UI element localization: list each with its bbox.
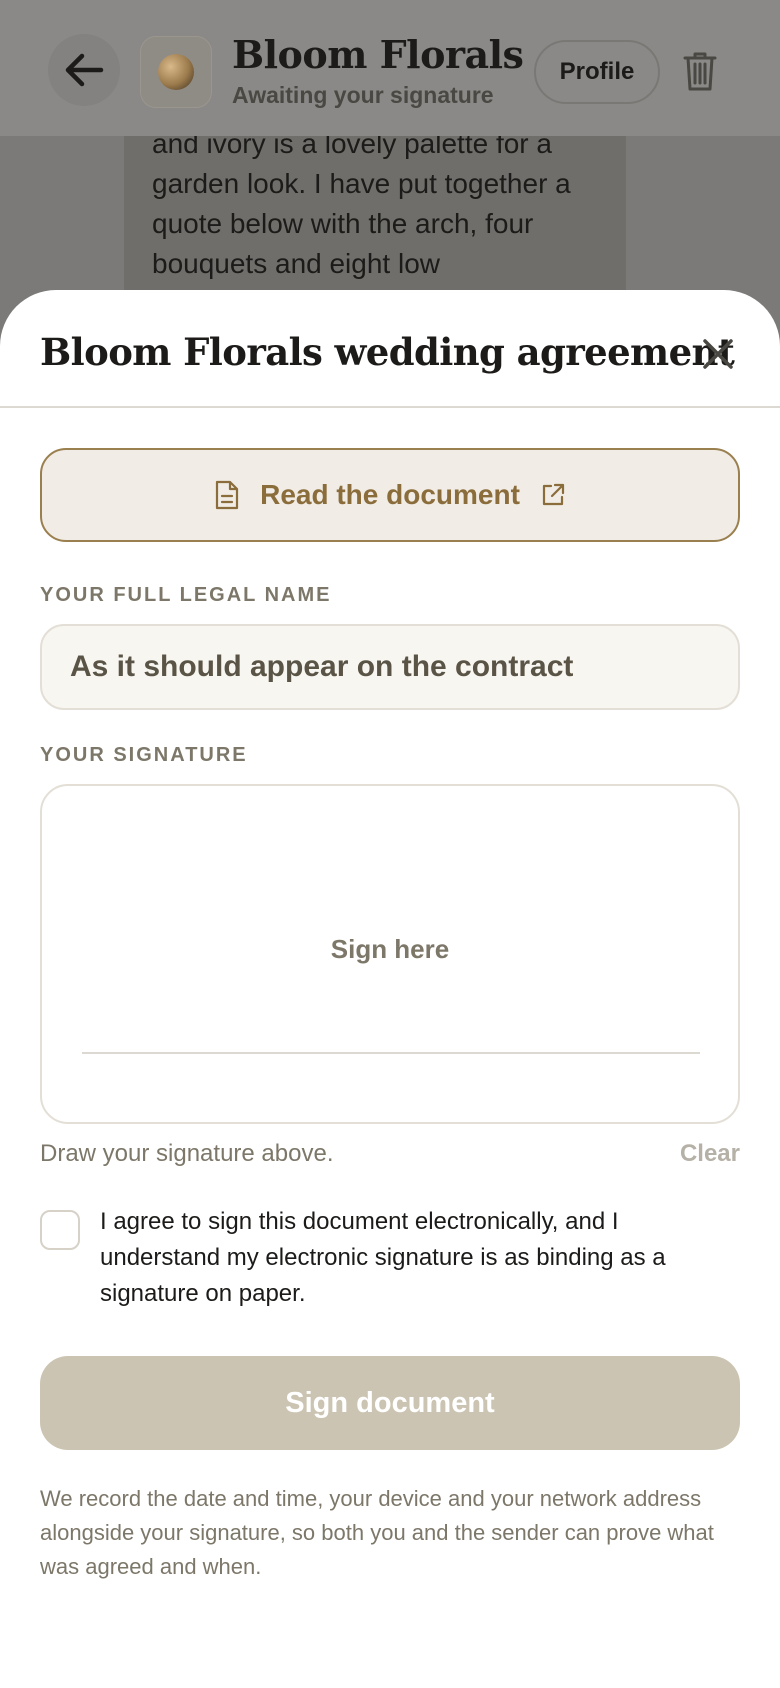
clear-signature-button[interactable]: Clear [680,1140,740,1168]
signature-baseline [82,1052,700,1054]
signature-hint: Draw your signature above. [40,1140,334,1167]
message-text: and ivory is a lovely palette for a gard… [152,136,571,279]
consent-checkbox[interactable] [40,1210,80,1250]
document-icon [215,480,239,510]
conversation-title: Bloom Florals [232,32,524,77]
external-link-icon [542,483,565,506]
signing-sheet: Bloom Florals wedding agreement Read the… [0,290,780,1688]
read-document-button[interactable]: Read the document [40,448,740,542]
vendor-avatar [140,36,212,108]
signature-pad[interactable]: Sign here [40,784,740,1124]
signature-placeholder: Sign here [330,934,450,964]
avatar-image [158,54,194,90]
arrow-left-icon [65,53,104,87]
name-field-label: YOUR FULL LEGAL NAME [40,584,332,606]
conversation-status: Awaiting your signature [232,82,494,108]
sheet-title: Bloom Florals wedding agreement [40,330,735,374]
consent-text: I agree to sign this document electronic… [100,1208,666,1307]
legal-note: We record the date and time, your device… [40,1486,714,1579]
trash-icon[interactable] [682,50,718,92]
sign-document-button[interactable]: Sign document [40,1356,740,1450]
read-document-label: Read the document [260,479,520,510]
sheet-divider [0,406,780,408]
close-icon[interactable] [700,336,736,372]
conversation-header: Bloom Florals Awaiting your signature Pr… [0,0,780,136]
profile-button[interactable]: Profile [534,40,660,104]
legal-name-input[interactable] [40,624,740,710]
signature-field-label: YOUR SIGNATURE [40,744,248,766]
back-button[interactable] [48,34,120,106]
message-bubble: and ivory is a lovely palette for a gard… [124,136,626,296]
